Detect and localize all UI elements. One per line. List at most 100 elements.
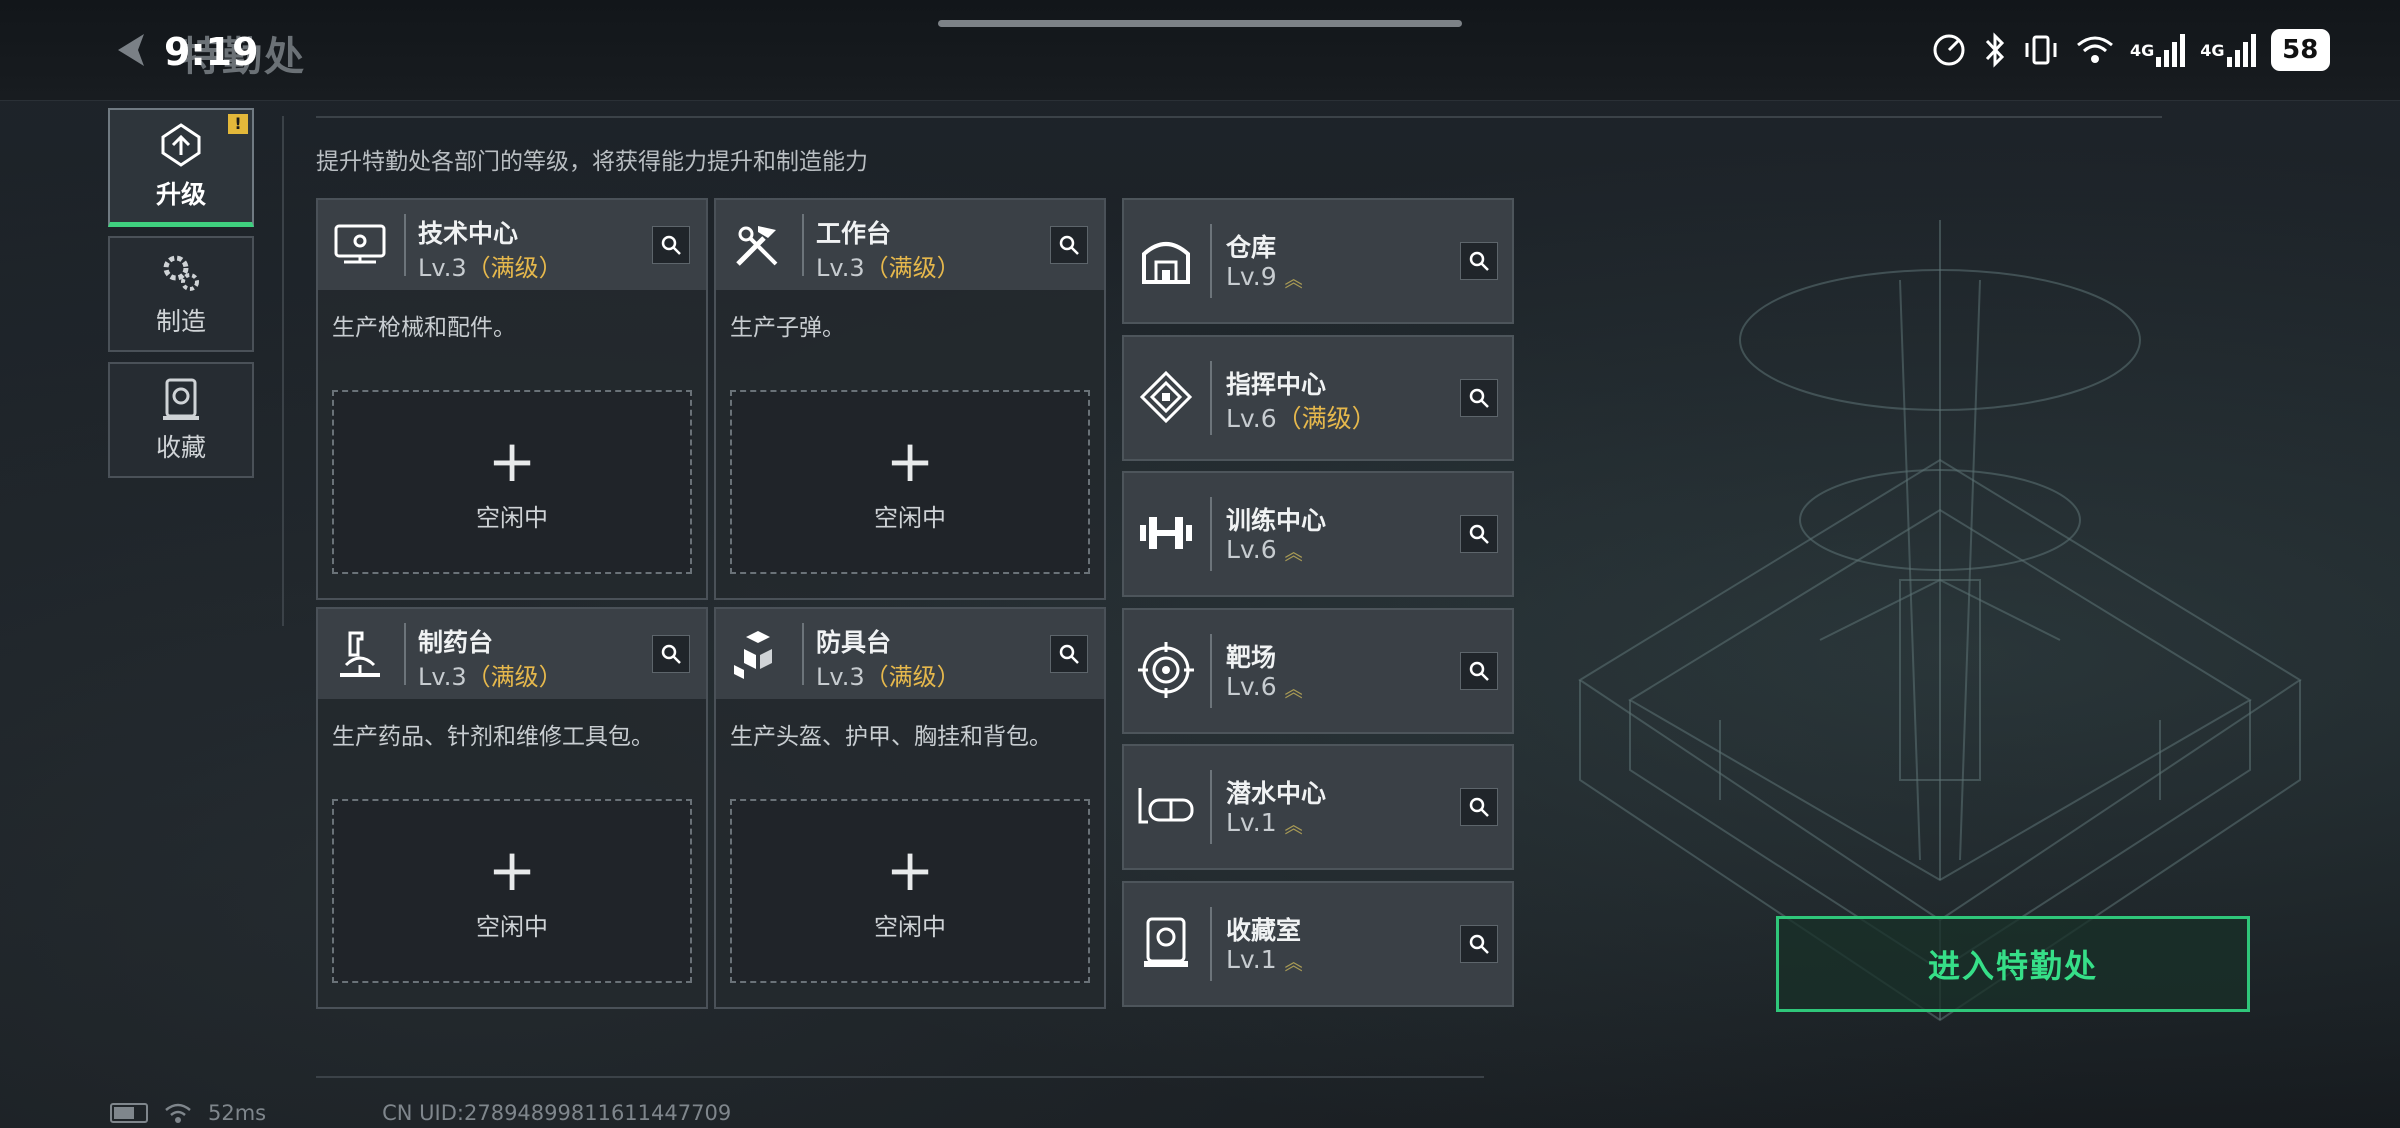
workshop-card-pharmacy[interactable]: 制药台 Lv.3（满级） 生产药品、针剂和维修工具包。 + 空闲中 xyxy=(316,607,708,1009)
collection-room-icon xyxy=(1144,917,1188,967)
facility-card-collection-room[interactable]: 收藏室 Lv.1 ︽ xyxy=(1122,881,1514,1007)
production-slot[interactable]: + 空闲中 xyxy=(332,799,692,983)
slot-status: 空闲中 xyxy=(874,503,946,532)
collection-icon xyxy=(163,378,199,420)
gears-icon xyxy=(163,255,199,291)
workshop-level: Lv.3（满级） xyxy=(418,254,563,282)
facility-name: 潜水中心 xyxy=(1226,779,1327,808)
workshop-name: 技术中心 xyxy=(418,219,519,248)
inspect-button[interactable] xyxy=(1050,635,1088,673)
battery-indicator: 58 xyxy=(2270,29,2330,71)
workshop-description: 生产枪械和配件。 xyxy=(332,315,516,341)
facility-level: Lv.6 ︽ xyxy=(1226,672,1303,703)
card-header: 防具台 Lv.3（满级） xyxy=(716,609,1104,699)
frame-bottom-line xyxy=(316,1076,1484,1078)
facility-level: Lv.9 ︽ xyxy=(1226,262,1303,293)
inspect-button[interactable] xyxy=(1460,379,1498,417)
system-status-icons: 4G 4G 58 xyxy=(1930,28,2330,72)
upgrade-chevron-icon: ︽ xyxy=(1284,950,1303,976)
device-battery-icon xyxy=(110,1103,148,1123)
sidebar-item-craft[interactable]: 制造 xyxy=(108,236,254,352)
wifi-icon xyxy=(2074,30,2116,70)
search-icon xyxy=(1059,235,1079,255)
workshop-description: 生产药品、针剂和维修工具包。 xyxy=(332,724,654,750)
search-icon xyxy=(1469,524,1489,544)
speed-icon xyxy=(1930,30,1968,70)
inspect-button[interactable] xyxy=(652,226,690,264)
production-slot[interactable]: + 空闲中 xyxy=(730,390,1090,574)
search-icon xyxy=(661,235,681,255)
upgrade-chevron-icon: ︽ xyxy=(1284,540,1303,566)
facility-name: 指挥中心 xyxy=(1226,370,1327,399)
workshop-level: Lv.3（满级） xyxy=(418,663,563,691)
workshop-description: 生产子弹。 xyxy=(730,315,845,341)
plus-icon: + xyxy=(885,426,935,495)
inspect-button[interactable] xyxy=(1460,652,1498,690)
top-handle xyxy=(938,20,1462,27)
card-header: 技术中心 Lv.3（满级） xyxy=(318,200,706,290)
sidebar-item-collection[interactable]: 收藏 xyxy=(108,362,254,478)
workshop-card-tech-center[interactable]: 技术中心 Lv.3（满级） 生产枪械和配件。 + 空闲中 xyxy=(316,198,708,600)
search-icon xyxy=(1469,251,1489,271)
footer-status: 52ms CN UID:27894899811611447709 xyxy=(110,1100,731,1126)
inspect-button[interactable] xyxy=(1460,515,1498,553)
armor-bench-icon xyxy=(734,631,772,679)
signal-icon-1: 4G xyxy=(2130,30,2186,70)
warehouse-icon xyxy=(1142,242,1190,284)
inspect-button[interactable] xyxy=(1050,226,1088,264)
facility-name: 训练中心 xyxy=(1226,506,1327,535)
workshop-name: 制药台 xyxy=(418,628,494,657)
production-slot[interactable]: + 空闲中 xyxy=(730,799,1090,983)
workshop-card-armor-bench[interactable]: 防具台 Lv.3（满级） 生产头盔、护甲、胸挂和背包。 + 空闲中 xyxy=(714,607,1106,1009)
card-header: 制药台 Lv.3（满级） xyxy=(318,609,706,699)
slot-status: 空闲中 xyxy=(476,912,548,941)
inspect-button[interactable] xyxy=(1460,242,1498,280)
facility-card-command-center[interactable]: 指挥中心 Lv.6（满级） xyxy=(1122,335,1514,461)
facility-card-training-center[interactable]: 训练中心 Lv.6 ︽ xyxy=(1122,471,1514,597)
enter-base-button[interactable]: 进入特勤处 xyxy=(1776,916,2250,1012)
bluetooth-icon xyxy=(1982,30,2008,70)
card-divider xyxy=(802,214,804,276)
card-divider xyxy=(404,623,406,685)
card-divider xyxy=(1210,497,1212,571)
search-icon xyxy=(1469,388,1489,408)
search-icon xyxy=(1469,797,1489,817)
facility-level: Lv.6 ︽ xyxy=(1226,535,1303,566)
workshop-description: 生产头盔、护甲、胸挂和背包。 xyxy=(730,724,1052,750)
workshop-name: 工作台 xyxy=(816,219,892,248)
production-slot[interactable]: + 空闲中 xyxy=(332,390,692,574)
back-arrow-icon[interactable] xyxy=(110,28,154,72)
tech-center-icon xyxy=(334,224,386,264)
status-bar: 特勤处 9:19 4G 4G 58 xyxy=(0,0,2400,101)
clock: 9:19 xyxy=(164,30,259,74)
card-header: 工作台 Lv.3（满级） xyxy=(716,200,1104,290)
inspect-button[interactable] xyxy=(1460,788,1498,826)
plus-icon: + xyxy=(885,835,935,904)
sidebar-item-upgrade[interactable]: 升级 ! xyxy=(108,108,254,227)
workshop-card-workbench[interactable]: 工作台 Lv.3（满级） 生产子弹。 + 空闲中 xyxy=(714,198,1106,600)
card-divider xyxy=(1210,770,1212,844)
card-divider xyxy=(404,214,406,276)
facility-name: 收藏室 xyxy=(1226,916,1302,945)
inspect-button[interactable] xyxy=(652,635,690,673)
facility-card-shooting-range[interactable]: 靶场 Lv.6 ︽ xyxy=(1122,608,1514,734)
card-divider xyxy=(1210,224,1212,298)
search-icon xyxy=(1469,934,1489,954)
training-center-icon xyxy=(1140,517,1192,549)
frame-top-line xyxy=(316,116,2162,118)
facility-name: 仓库 xyxy=(1226,233,1277,262)
frame-left-line xyxy=(282,116,284,626)
facility-level: Lv.6（满级） xyxy=(1226,404,1377,433)
search-icon xyxy=(1059,644,1079,664)
facility-card-diving-center[interactable]: 潜水中心 Lv.1 ︽ xyxy=(1122,744,1514,870)
command-center-icon xyxy=(1139,370,1193,424)
slot-status: 空闲中 xyxy=(476,503,548,532)
sidebar-item-label: 制造 xyxy=(155,307,206,336)
sidebar-item-label: 收藏 xyxy=(155,433,206,462)
card-divider xyxy=(1210,634,1212,708)
user-uid: CN UID:27894899811611447709 xyxy=(382,1101,732,1125)
facility-card-warehouse[interactable]: 仓库 Lv.9 ︽ xyxy=(1122,198,1514,324)
inspect-button[interactable] xyxy=(1460,925,1498,963)
slot-status: 空闲中 xyxy=(874,912,946,941)
facility-name: 靶场 xyxy=(1226,643,1277,672)
